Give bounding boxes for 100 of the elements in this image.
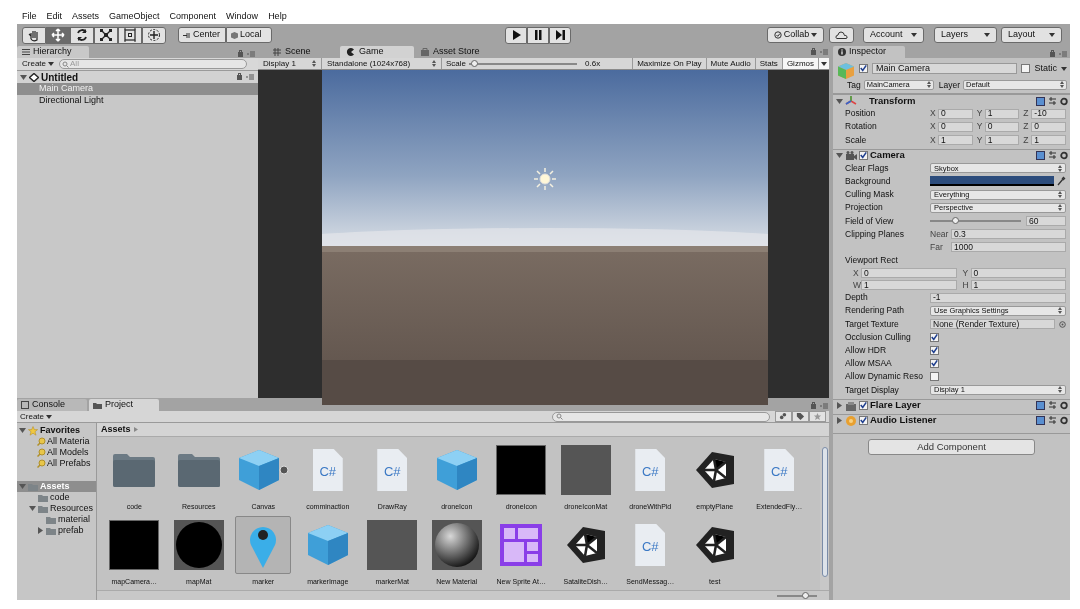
tool-button[interactable] bbox=[94, 26, 118, 44]
checkbox[interactable] bbox=[859, 401, 868, 411]
input-field[interactable]: 1 bbox=[938, 134, 973, 145]
toggle-button[interactable]: Gizmos bbox=[781, 58, 818, 69]
target-icon[interactable] bbox=[1059, 320, 1066, 328]
input-field[interactable]: 0 bbox=[938, 121, 973, 132]
filter-button[interactable] bbox=[792, 411, 809, 422]
gear-icon[interactable] bbox=[1060, 151, 1068, 161]
menu-item[interactable]: File bbox=[22, 9, 37, 23]
panel-tab[interactable]: Project bbox=[89, 399, 159, 411]
view-tab[interactable]: Asset Store bbox=[414, 46, 488, 58]
play-control-button[interactable] bbox=[527, 26, 549, 44]
expanded-arrow-icon[interactable] bbox=[29, 505, 36, 512]
view-tab[interactable]: Scene bbox=[266, 46, 340, 58]
layout-dropdown[interactable]: Layout bbox=[1001, 27, 1062, 43]
collapsed-arrow-icon[interactable] bbox=[37, 527, 44, 534]
tool-button[interactable] bbox=[22, 26, 46, 44]
cloud-button[interactable] bbox=[829, 27, 854, 43]
name-field[interactable]: Main Camera bbox=[872, 63, 1018, 75]
search-field[interactable] bbox=[552, 411, 770, 422]
checkbox[interactable] bbox=[859, 151, 868, 161]
menu-item[interactable]: Window bbox=[226, 9, 259, 23]
tool-button[interactable] bbox=[118, 26, 142, 44]
expanded-arrow-icon[interactable] bbox=[20, 73, 27, 81]
slider-thumb[interactable] bbox=[471, 60, 479, 67]
checkbox[interactable] bbox=[859, 416, 868, 426]
sliders-icon[interactable] bbox=[1048, 401, 1057, 411]
input-field[interactable]: 0 bbox=[984, 121, 1020, 132]
expanded-arrow-icon[interactable] bbox=[836, 97, 843, 105]
help-book-icon[interactable] bbox=[1036, 96, 1045, 106]
menu-item[interactable]: GameObject bbox=[109, 9, 160, 23]
checkbox[interactable] bbox=[930, 345, 939, 355]
scale-slider[interactable] bbox=[469, 59, 577, 68]
checkbox[interactable] bbox=[930, 372, 939, 382]
panel-menu-icon[interactable] bbox=[809, 48, 829, 56]
panel-menu-icon[interactable] bbox=[236, 50, 256, 58]
display-dropdown[interactable]: Display 1 bbox=[258, 58, 322, 69]
account-dropdown[interactable]: Account bbox=[863, 27, 924, 43]
play-control-button[interactable] bbox=[549, 26, 571, 44]
component-title[interactable]: Camera bbox=[870, 148, 905, 163]
input-field[interactable]: 0.3 bbox=[951, 229, 1066, 240]
input-field[interactable]: 1 bbox=[861, 280, 957, 291]
resolution-dropdown[interactable]: Standalone (1024x768) bbox=[322, 58, 442, 69]
input-field[interactable]: 1 bbox=[984, 134, 1020, 145]
input-field[interactable]: 0 bbox=[938, 108, 973, 119]
input-field[interactable]: 0 bbox=[970, 268, 1066, 279]
slider-thumb[interactable] bbox=[952, 217, 960, 225]
tool-button[interactable] bbox=[46, 26, 70, 44]
slider-thumb[interactable] bbox=[802, 592, 809, 599]
add-component-button[interactable]: Add Component bbox=[868, 438, 1035, 455]
pivot-button[interactable]: Center bbox=[178, 27, 226, 43]
collapsed-arrow-icon[interactable] bbox=[836, 417, 843, 425]
checkbox[interactable] bbox=[859, 64, 868, 74]
panel-menu-icon[interactable] bbox=[1048, 50, 1068, 58]
tool-button[interactable] bbox=[70, 26, 94, 44]
input-field[interactable]: 0 bbox=[861, 268, 957, 279]
checkbox[interactable] bbox=[930, 359, 939, 369]
expanded-arrow-icon[interactable] bbox=[19, 427, 26, 434]
component-title[interactable]: Flare Layer bbox=[870, 398, 921, 413]
input-field[interactable]: 60 bbox=[1026, 215, 1066, 226]
pivot-button[interactable]: Local bbox=[226, 27, 272, 43]
toggle-button[interactable]: Stats bbox=[754, 58, 782, 69]
hierarchy-tab[interactable]: Hierarchy bbox=[17, 46, 89, 58]
menu-item[interactable]: Component bbox=[169, 9, 217, 23]
search-field[interactable]: All bbox=[59, 59, 247, 69]
panel-tab[interactable]: Console bbox=[17, 399, 87, 411]
inspector-tab[interactable]: Inspector bbox=[833, 46, 905, 58]
menu-item[interactable]: Help bbox=[268, 9, 287, 23]
sliders-icon[interactable] bbox=[1048, 416, 1057, 426]
view-tab[interactable]: Game bbox=[340, 46, 414, 58]
create-dropdown[interactable]: Create bbox=[20, 410, 52, 423]
tool-button[interactable] bbox=[142, 26, 166, 44]
input-field[interactable]: 1 bbox=[984, 108, 1020, 119]
create-dropdown[interactable]: Create bbox=[20, 58, 56, 70]
toggle-button[interactable]: Maximize On Play bbox=[632, 58, 706, 69]
input-field[interactable]: 1000 bbox=[951, 242, 1066, 253]
filter-button[interactable] bbox=[775, 411, 792, 422]
menu-item[interactable]: Assets bbox=[72, 9, 100, 23]
help-book-icon[interactable] bbox=[1036, 151, 1045, 161]
input-field[interactable]: 0 bbox=[1031, 121, 1066, 132]
color-swatch[interactable] bbox=[930, 176, 1054, 187]
sliders-icon[interactable] bbox=[1048, 96, 1057, 106]
panel-menu-icon[interactable] bbox=[235, 73, 255, 81]
eyedropper-icon[interactable] bbox=[1057, 176, 1066, 187]
breadcrumb[interactable]: Assets bbox=[101, 422, 131, 437]
input-field[interactable]: -1 bbox=[930, 292, 1066, 303]
gear-icon[interactable] bbox=[1060, 96, 1068, 106]
slider-track[interactable] bbox=[930, 216, 1021, 225]
panel-menu-icon[interactable] bbox=[809, 402, 829, 410]
hierarchy-item[interactable]: Directional Light bbox=[17, 95, 258, 107]
collab-button[interactable]: Collab bbox=[767, 27, 824, 43]
input-field[interactable]: 1 bbox=[1031, 134, 1066, 145]
input-field[interactable]: -10 bbox=[1031, 108, 1066, 119]
toggle-button[interactable]: Mute Audio bbox=[705, 58, 755, 69]
input-field[interactable]: 1 bbox=[970, 280, 1066, 291]
component-title[interactable]: Audio Listener bbox=[870, 413, 937, 428]
layers-dropdown[interactable]: Layers bbox=[934, 27, 997, 43]
play-control-button[interactable] bbox=[505, 26, 527, 44]
scrollbar[interactable] bbox=[820, 437, 829, 590]
input-field[interactable]: None (Render Texture) bbox=[930, 319, 1055, 330]
